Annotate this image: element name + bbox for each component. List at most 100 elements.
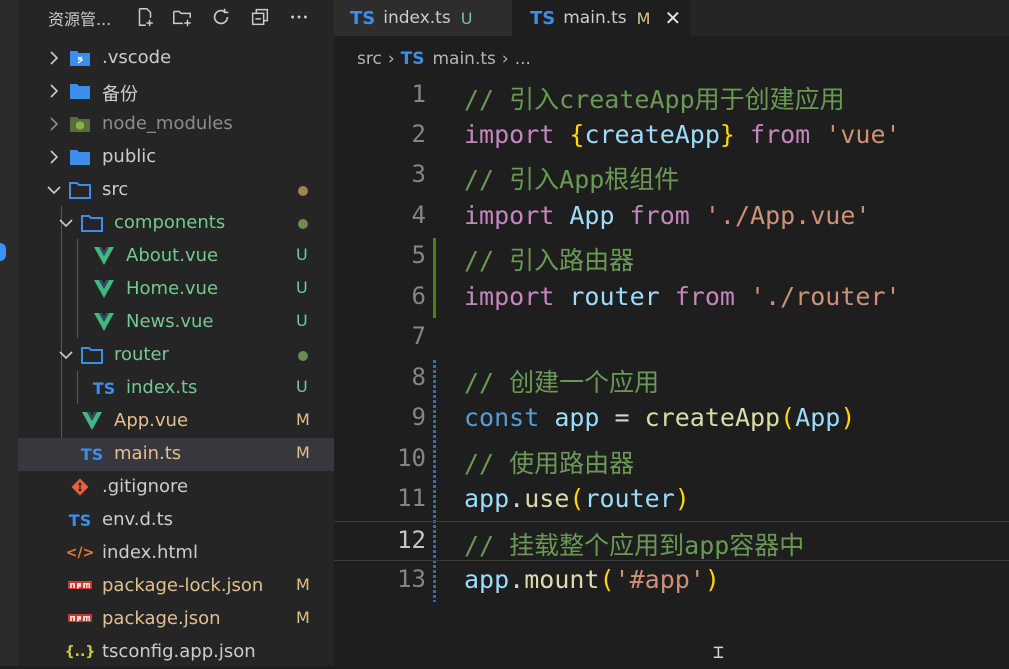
tree-item-label: public bbox=[102, 146, 157, 167]
folder-open-icon bbox=[68, 179, 92, 201]
tree-item-router[interactable]: router bbox=[18, 339, 334, 372]
line-number: 2 bbox=[411, 120, 426, 148]
line-number: 13 bbox=[397, 565, 426, 593]
chevron-right-icon bbox=[50, 150, 59, 164]
code-text: // 挂载整个应用到app容器中 bbox=[464, 531, 805, 560]
tree-item-app-vue[interactable]: App.vue M bbox=[18, 405, 334, 438]
line-number: 4 bbox=[411, 201, 426, 229]
new-file-icon[interactable] bbox=[132, 4, 158, 30]
folder-icon bbox=[68, 80, 92, 102]
tab-index-ts[interactable]: TS index.ts U bbox=[334, 0, 512, 36]
line-number: 9 bbox=[411, 403, 426, 431]
vue-file-icon bbox=[92, 245, 116, 267]
line-number: 10 bbox=[397, 444, 426, 472]
tree-item-label: router bbox=[114, 344, 169, 365]
tree-item-package-json[interactable]: package.json M bbox=[18, 603, 334, 636]
chevron-down-icon bbox=[47, 186, 61, 195]
breadcrumb-symbols[interactable]: ... bbox=[515, 49, 531, 69]
tree-item-label: node_modules bbox=[102, 113, 233, 134]
git-status: U bbox=[296, 311, 308, 330]
code-line: 5 // 引入路由器 bbox=[334, 237, 1009, 277]
folder-open-icon bbox=[80, 212, 104, 234]
accounts-badge[interactable] bbox=[0, 243, 6, 261]
tree-item-label: Home.vue bbox=[126, 278, 219, 299]
tree-item-news-vue[interactable]: News.vue U bbox=[18, 306, 334, 339]
tree-item-label: App.vue bbox=[114, 410, 189, 431]
code-line: 13 app.mount('#app') bbox=[334, 561, 1009, 601]
line-number: 12 bbox=[397, 526, 426, 554]
tree-item-label: About.vue bbox=[126, 245, 219, 266]
tree-item-public[interactable]: public bbox=[18, 141, 334, 174]
code-text: import App from './App.vue' bbox=[464, 201, 871, 230]
code-text: // 创建一个应用 bbox=[464, 368, 660, 397]
git-status: U bbox=[296, 245, 308, 264]
tree-item-label: src bbox=[102, 179, 129, 200]
chevron-right-icon bbox=[50, 84, 59, 98]
code-text: // 引入路由器 bbox=[464, 246, 635, 275]
tab-main-ts[interactable]: TS main.ts M ✕ bbox=[512, 0, 690, 36]
tree-item-package-lock[interactable]: package-lock.json M bbox=[18, 570, 334, 603]
breadcrumb-folder[interactable]: src bbox=[357, 49, 382, 69]
vue-file-icon bbox=[92, 278, 116, 300]
tree-item-main-ts[interactable]: TS main.ts M bbox=[18, 438, 334, 471]
tree-item-backup[interactable]: 备份 bbox=[18, 75, 334, 108]
code-line: 4 import App from './App.vue' bbox=[334, 197, 1009, 237]
code-line: 8 // 创建一个应用 bbox=[334, 359, 1009, 399]
folder-icon bbox=[68, 146, 92, 168]
new-folder-icon[interactable] bbox=[169, 4, 195, 30]
more-icon[interactable] bbox=[286, 4, 312, 30]
code-text: import router from './router' bbox=[464, 282, 901, 311]
tree-item-index-html[interactable]: </> index.html bbox=[18, 537, 334, 570]
code-line: 3 // 引入App根组件 bbox=[334, 156, 1009, 196]
vue-file-icon bbox=[80, 410, 104, 432]
code-line-current: 12 // 挂载整个应用到app容器中 bbox=[334, 521, 1009, 561]
tree-item-label: components bbox=[114, 212, 226, 233]
npm-icon bbox=[68, 575, 92, 597]
tree-item-src[interactable]: src bbox=[18, 174, 334, 207]
html-icon: </> bbox=[65, 545, 95, 561]
explorer-sidebar: 资源管... .vscode 备份 node_modules public sr… bbox=[18, 0, 334, 666]
tree-item-label: .vscode bbox=[102, 47, 172, 68]
collapse-all-icon[interactable] bbox=[247, 4, 273, 30]
chevron-right-icon: › bbox=[501, 49, 509, 69]
tree-item-gitignore[interactable]: .gitignore bbox=[18, 471, 334, 504]
code-text: app.use(router) bbox=[464, 484, 690, 513]
ts-file-icon: TS bbox=[92, 378, 116, 398]
folder-open-icon bbox=[80, 344, 104, 366]
line-number: 5 bbox=[411, 241, 426, 269]
mouse-cursor-icon: ⌶ bbox=[713, 642, 724, 663]
code-editor[interactable]: 1 // 引入createApp用于创建应用 2 import {createA… bbox=[334, 76, 1009, 666]
tab-git-status: M bbox=[636, 8, 651, 28]
code-line: 2 import {createApp} from 'vue' bbox=[334, 116, 1009, 156]
tree-item-about-vue[interactable]: About.vue U bbox=[18, 240, 334, 273]
tree-item-home-vue[interactable]: Home.vue U bbox=[18, 273, 334, 306]
tree-item-env-d-ts[interactable]: TS env.d.ts bbox=[18, 504, 334, 537]
tab-bar: TS index.ts U TS main.ts M ✕ bbox=[334, 0, 1009, 36]
explorer-header: 资源管... bbox=[18, 0, 334, 36]
tree-item-index-ts[interactable]: TS index.ts U bbox=[18, 372, 334, 405]
tree-item-label: package.json bbox=[102, 608, 221, 629]
tree-item-label: index.html bbox=[102, 542, 198, 563]
breadcrumb-file[interactable]: main.ts bbox=[432, 49, 495, 69]
tree-item-label: .gitignore bbox=[102, 476, 189, 497]
tree-item-node-modules[interactable]: node_modules bbox=[18, 108, 334, 141]
code-line: 11 app.use(router) bbox=[334, 480, 1009, 520]
code-line: 7 bbox=[334, 318, 1009, 358]
breadcrumb: src › TS main.ts › ... bbox=[357, 46, 531, 72]
tree-item-components[interactable]: components bbox=[18, 207, 334, 240]
json-icon: {..} bbox=[64, 644, 96, 660]
tree-item-vscode[interactable]: .vscode bbox=[18, 42, 334, 75]
status-dot bbox=[298, 219, 308, 229]
tree-item-label: tsconfig.app.json bbox=[102, 641, 256, 662]
node-folder-icon bbox=[68, 113, 92, 135]
git-status: M bbox=[296, 608, 310, 627]
line-number: 3 bbox=[411, 160, 426, 188]
line-number: 1 bbox=[411, 80, 426, 108]
code-text: // 使用路由器 bbox=[464, 449, 635, 478]
code-line: 1 // 引入createApp用于创建应用 bbox=[334, 76, 1009, 116]
ts-file-icon: TS bbox=[400, 49, 425, 69]
close-icon[interactable]: ✕ bbox=[664, 6, 681, 30]
tree-item-tsconfig[interactable]: {..} tsconfig.app.json bbox=[18, 636, 334, 669]
ts-file-icon: TS bbox=[68, 510, 92, 530]
refresh-icon[interactable] bbox=[208, 4, 234, 30]
